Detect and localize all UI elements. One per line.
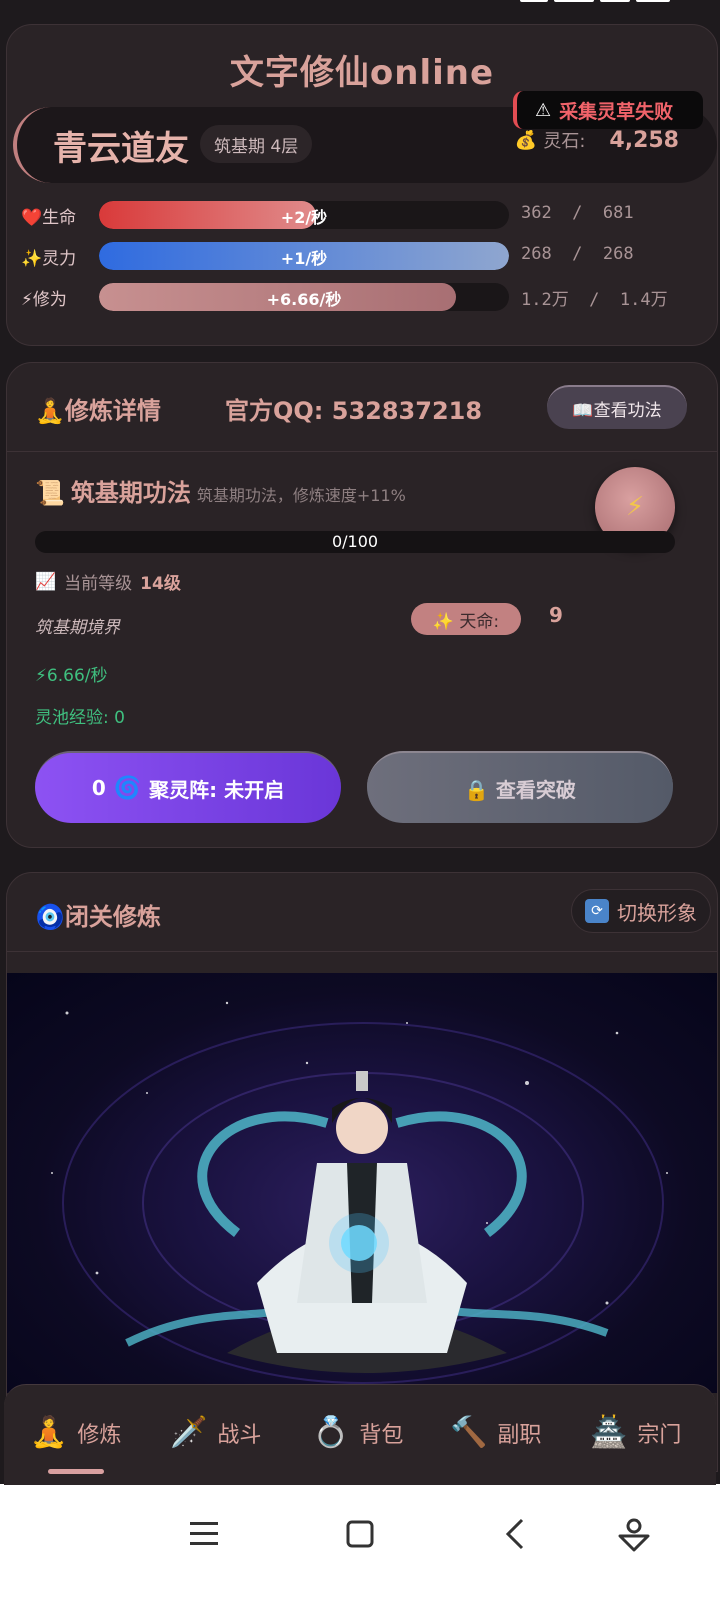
level-value: 14级 xyxy=(140,574,181,594)
menu-icon[interactable] xyxy=(182,1512,226,1556)
level-row: 📈 当前等级 14级 xyxy=(35,569,181,595)
gather-count: 0 xyxy=(91,776,106,800)
stat-value: 1.2万 / 1.4万 xyxy=(521,290,668,310)
wifi-icon xyxy=(520,0,548,2)
nav-label: 战斗 xyxy=(217,1422,262,1448)
stat-row-hp: ❤️生命 +2/秒 362 / 681 xyxy=(21,201,720,229)
cultivation-card: 🧘修炼详情 官方QQ: 532837218 📖查看功法 📜 筑基期功法 筑基期功… xyxy=(6,362,718,848)
system-nav-bar xyxy=(0,1484,720,1600)
skill-header: 📜 筑基期功法 筑基期功法，修炼速度+11% xyxy=(35,473,406,508)
nav-battle[interactable]: 🗡️ 战斗 xyxy=(170,1415,261,1450)
signal-icon-2 xyxy=(600,0,630,2)
stat-value: 362 / 681 xyxy=(521,203,634,223)
dagger-icon: 🗡️ xyxy=(170,1415,208,1450)
scroll-icon: 📜 xyxy=(35,479,65,507)
stat-label: ⚡修为 xyxy=(21,290,67,310)
nav-label: 宗门 xyxy=(637,1422,682,1448)
stat-label: ❤️生命 xyxy=(21,208,77,228)
official-qq: 官方QQ: 532837218 xyxy=(225,397,483,425)
signal-icon xyxy=(554,0,594,2)
stat-label: ✨灵力 xyxy=(21,249,77,269)
stat-row-cultivation: ⚡修为 +6.66/秒 1.2万 / 1.4万 xyxy=(21,283,720,311)
nav-label: 修炼 xyxy=(77,1422,122,1448)
stat-rate: +1/秒 xyxy=(280,249,328,268)
nav-profession[interactable]: 🔨 副职 xyxy=(450,1415,541,1450)
bottom-nav: 🧘 修炼 🗡️ 战斗 💍 背包 🔨 副职 🏯 宗门 xyxy=(4,1384,716,1485)
view-skill-button[interactable]: 📖查看功法 xyxy=(547,385,687,429)
skill-name: 筑基期功法 xyxy=(70,479,191,507)
realm-text: 筑基期境界 xyxy=(35,618,120,638)
swirl-icon: 🌀 xyxy=(113,775,142,801)
stone-value: 4,258 xyxy=(609,127,679,153)
retreat-title: 🧿闭关修炼 xyxy=(35,903,161,931)
switch-avatar-button[interactable]: ⟳ 切换形象 xyxy=(571,889,711,933)
gather-label: 聚灵阵: 未开启 xyxy=(149,777,285,802)
money-bag-icon: 💰 xyxy=(514,129,538,151)
stat-rate: +6.66/秒 xyxy=(266,290,342,309)
nav-label: 背包 xyxy=(359,1422,404,1448)
home-icon[interactable] xyxy=(338,1512,382,1556)
stat-value: 268 / 268 xyxy=(521,244,634,264)
cultivator-avatar-image xyxy=(7,973,717,1393)
error-toast[interactable]: ⚠ 采集灵草失败 xyxy=(513,91,703,129)
back-icon[interactable] xyxy=(494,1512,538,1556)
active-tab-indicator xyxy=(48,1469,104,1474)
realm-badge: 筑基期 4层 xyxy=(200,125,313,163)
nav-cultivate[interactable]: 🧘 修炼 xyxy=(30,1415,121,1450)
divider xyxy=(7,951,717,952)
assistant-icon[interactable] xyxy=(612,1512,656,1556)
nav-bag[interactable]: 💍 背包 xyxy=(312,1415,403,1450)
stat-row-mana: ✨灵力 +1/秒 268 / 268 xyxy=(21,242,720,270)
nav-sect[interactable]: 🏯 宗门 xyxy=(590,1415,681,1450)
cultivation-title: 🧘修炼详情 xyxy=(35,397,161,425)
spirit-stone: 💰 灵石: 4,258 xyxy=(515,127,679,153)
battery-icon xyxy=(636,0,670,2)
status-bar xyxy=(0,0,720,14)
lightning-icon: ⚡ xyxy=(625,492,645,522)
stat-rate: +2/秒 xyxy=(280,208,328,227)
spirit-pool-exp: 灵池经验: 0 xyxy=(35,708,125,728)
ring-icon: 💍 xyxy=(312,1415,350,1450)
meditate-icon: 🧘 xyxy=(30,1415,68,1450)
skill-exp-text: 0/100 xyxy=(331,532,379,551)
player-header-card: 文字修仙online ⚠ 采集灵草失败 青云道友 筑基期 4层 💰 灵石: 4,… xyxy=(6,24,718,346)
level-label: 当前等级 xyxy=(64,574,133,594)
switch-avatar-label: 切换形象 xyxy=(617,900,697,925)
toast-text: 采集灵草失败 xyxy=(559,100,674,123)
skill-exp-bar: 0/100 xyxy=(35,531,675,553)
stone-label: 灵石: xyxy=(543,131,586,152)
fate-value: 9 xyxy=(549,603,563,627)
warning-icon: ⚠ xyxy=(535,99,552,121)
cultivation-rate: ⚡6.66/秒 xyxy=(35,666,108,686)
gather-array-button[interactable]: 0 🌀 聚灵阵: 未开启 xyxy=(35,751,341,823)
player-name: 青云道友 xyxy=(53,129,189,169)
status-icons xyxy=(520,0,670,2)
castle-icon: 🏯 xyxy=(590,1415,628,1450)
skill-desc: 筑基期功法，修炼速度+11% xyxy=(196,486,406,505)
fate-badge: ✨ 天命: xyxy=(411,603,521,635)
refresh-icon: ⟳ xyxy=(585,899,609,923)
divider xyxy=(7,451,717,452)
app-title: 文字修仙online xyxy=(229,53,495,93)
nav-label: 副职 xyxy=(497,1422,542,1448)
hammer-icon: 🔨 xyxy=(450,1415,488,1450)
retreat-card: 🧿闭关修炼 ⟳ 切换形象 xyxy=(6,872,718,1472)
breakthrough-button[interactable]: 🔒 查看突破 xyxy=(367,751,673,823)
chart-icon: 📈 xyxy=(35,571,57,592)
